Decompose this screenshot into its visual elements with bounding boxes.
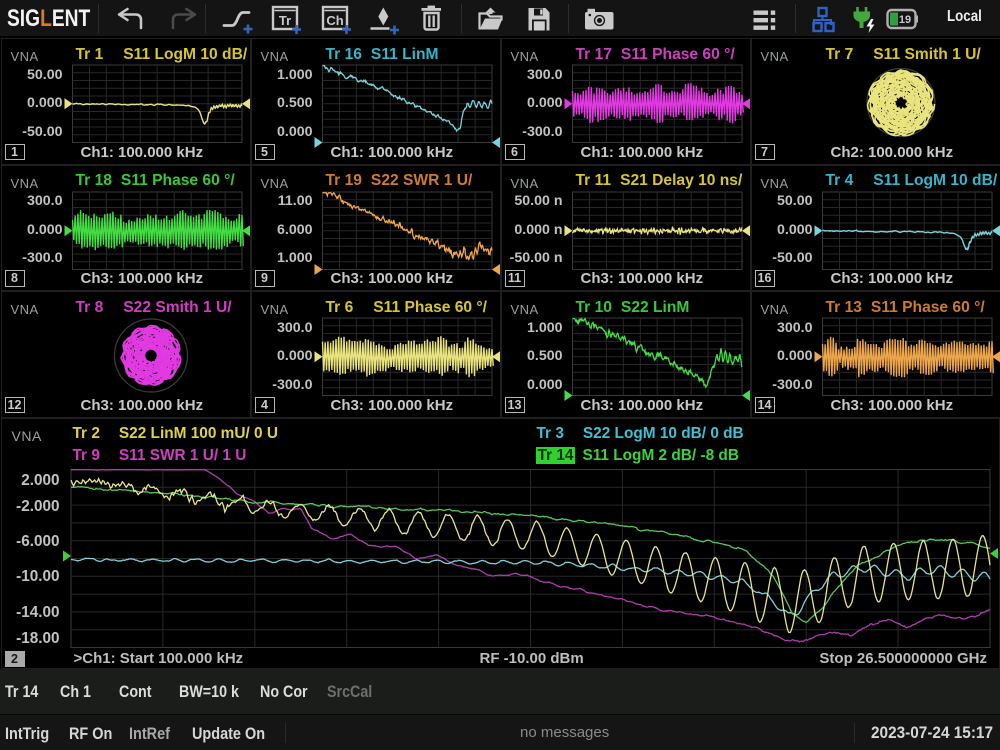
svg-text:Tr: Tr bbox=[279, 13, 291, 28]
svg-text:Ch: Ch bbox=[326, 13, 343, 28]
svg-text:19: 19 bbox=[899, 14, 911, 26]
